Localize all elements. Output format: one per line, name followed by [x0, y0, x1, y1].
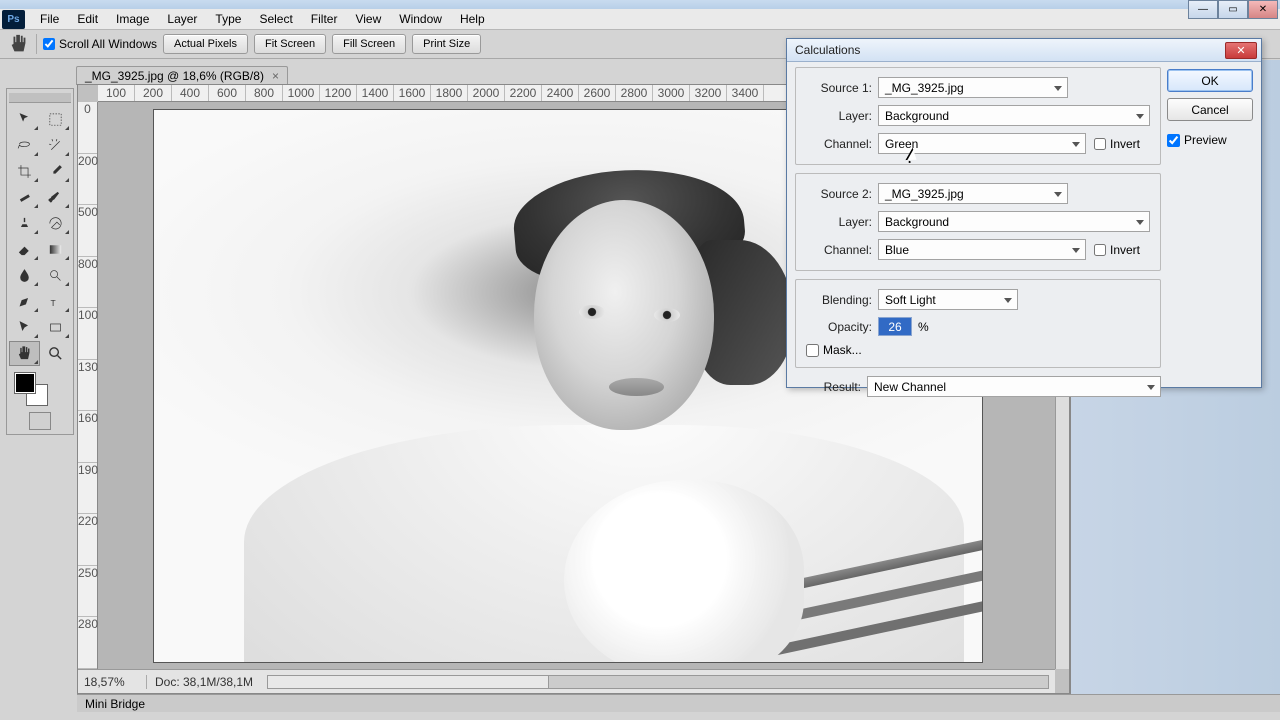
app-logo: Ps	[2, 10, 25, 29]
menu-type[interactable]: Type	[206, 9, 250, 29]
minimize-button[interactable]: —	[1188, 0, 1218, 19]
doc-size: Doc: 38,1M/38,1M	[155, 675, 253, 689]
scroll-all-windows-checkbox[interactable]: Scroll All Windows	[43, 37, 157, 51]
result-label: Result:	[795, 380, 861, 394]
calculations-dialog: Calculations ✕ Source 1: _MG_3925.jpg La…	[786, 38, 1262, 388]
mask-checkbox[interactable]	[806, 344, 819, 357]
layer1-label: Layer:	[806, 109, 872, 123]
eyedropper-tool[interactable]	[41, 159, 72, 184]
menu-image[interactable]: Image	[107, 9, 158, 29]
channel1-label: Channel:	[806, 137, 872, 151]
horizontal-scrollbar[interactable]	[267, 675, 1049, 689]
lasso-tool[interactable]	[9, 133, 40, 158]
menu-filter[interactable]: Filter	[302, 9, 347, 29]
menu-help[interactable]: Help	[451, 9, 494, 29]
status-bar: 18,57% Doc: 38,1M/38,1M	[78, 669, 1055, 693]
source1-label: Source 1:	[806, 81, 872, 95]
close-tab-icon[interactable]: ×	[272, 69, 279, 83]
preview-checkbox[interactable]: Preview	[1167, 133, 1253, 147]
hand-tool-icon	[8, 33, 30, 55]
pen-tool[interactable]	[9, 289, 40, 314]
source1-group: Source 1: _MG_3925.jpg Layer: Background…	[795, 67, 1161, 165]
title-bar	[0, 0, 1280, 9]
opacity-percent: %	[918, 320, 929, 334]
layer2-select[interactable]: Background	[878, 211, 1150, 232]
zoom-level[interactable]: 18,57%	[84, 675, 138, 689]
cancel-button[interactable]: Cancel	[1167, 98, 1253, 121]
foreground-color-swatch[interactable]	[14, 372, 36, 394]
menu-view[interactable]: View	[346, 9, 390, 29]
menu-file[interactable]: File	[31, 9, 68, 29]
dodge-tool[interactable]	[41, 263, 72, 288]
close-window-button[interactable]: ✕	[1248, 0, 1278, 19]
menu-select[interactable]: Select	[250, 9, 301, 29]
opacity-input[interactable]	[878, 317, 912, 336]
options-divider	[36, 34, 37, 54]
source2-label: Source 2:	[806, 187, 872, 201]
gradient-tool[interactable]	[41, 237, 72, 262]
layer1-select[interactable]: Background	[878, 105, 1150, 126]
window-controls: — ▭ ✕	[1188, 0, 1278, 19]
menu-window[interactable]: Window	[390, 9, 451, 29]
crop-tool[interactable]	[9, 159, 40, 184]
quick-mask-toggle[interactable]	[9, 412, 71, 430]
blur-tool[interactable]	[9, 263, 40, 288]
rect-marquee-tool[interactable]	[41, 107, 72, 132]
move-tool[interactable]	[9, 107, 40, 132]
tools-panel: T	[6, 88, 74, 435]
document-tab-label: _MG_3925.jpg @ 18,6% (RGB/8)	[85, 69, 264, 83]
color-swatches[interactable]	[9, 372, 71, 408]
path-select-tool[interactable]	[9, 315, 40, 340]
menu-layer[interactable]: Layer	[158, 9, 206, 29]
blending-select[interactable]: Soft Light	[878, 289, 1018, 310]
tools-panel-grip[interactable]	[9, 93, 71, 103]
document-tab-bar: _MG_3925.jpg @ 18,6% (RGB/8) ×	[76, 66, 288, 85]
invert2-checkbox[interactable]: Invert	[1094, 243, 1140, 257]
print-size-button[interactable]: Print Size	[412, 34, 481, 54]
layer2-label: Layer:	[806, 215, 872, 229]
hand-tool[interactable]	[9, 341, 40, 366]
type-tool[interactable]: T	[41, 289, 72, 314]
bottom-panel-bar: Mini Bridge	[77, 694, 1280, 712]
vertical-ruler: 02005008001000130016001900220025002800	[78, 102, 98, 669]
blending-group: Blending: Soft Light Opacity: % Mask...	[795, 279, 1161, 368]
scroll-all-label: Scroll All Windows	[59, 37, 157, 51]
channel2-label: Channel:	[806, 243, 872, 257]
menu-edit[interactable]: Edit	[68, 9, 107, 29]
svg-text:T: T	[51, 298, 56, 308]
mini-bridge-tab[interactable]: Mini Bridge	[85, 697, 145, 711]
channel1-select[interactable]: Green	[878, 133, 1086, 154]
result-select[interactable]: New Channel	[867, 376, 1161, 397]
magic-wand-tool[interactable]	[41, 133, 72, 158]
actual-pixels-button[interactable]: Actual Pixels	[163, 34, 248, 54]
fill-screen-button[interactable]: Fill Screen	[332, 34, 406, 54]
opacity-label: Opacity:	[806, 320, 872, 334]
mask-label: Mask...	[823, 343, 862, 357]
menu-bar: Ps File Edit Image Layer Type Select Fil…	[0, 9, 1280, 30]
zoom-tool[interactable]	[41, 341, 72, 366]
brush-tool[interactable]	[41, 185, 72, 210]
ok-button[interactable]: OK	[1167, 69, 1253, 92]
source2-group: Source 2: _MG_3925.jpg Layer: Background…	[795, 173, 1161, 271]
source1-select[interactable]: _MG_3925.jpg	[878, 77, 1068, 98]
invert1-checkbox[interactable]: Invert	[1094, 137, 1140, 151]
blending-label: Blending:	[806, 293, 872, 307]
fit-screen-button[interactable]: Fit Screen	[254, 34, 326, 54]
channel2-select[interactable]: Blue	[878, 239, 1086, 260]
rectangle-tool[interactable]	[41, 315, 72, 340]
eraser-tool[interactable]	[9, 237, 40, 262]
maximize-button[interactable]: ▭	[1218, 0, 1248, 19]
source2-select[interactable]: _MG_3925.jpg	[878, 183, 1068, 204]
dialog-title[interactable]: Calculations	[787, 39, 1261, 62]
document-tab[interactable]: _MG_3925.jpg @ 18,6% (RGB/8) ×	[76, 66, 288, 85]
dialog-close-button[interactable]: ✕	[1225, 42, 1257, 59]
clone-stamp-tool[interactable]	[9, 211, 40, 236]
healing-brush-tool[interactable]	[9, 185, 40, 210]
history-brush-tool[interactable]	[41, 211, 72, 236]
